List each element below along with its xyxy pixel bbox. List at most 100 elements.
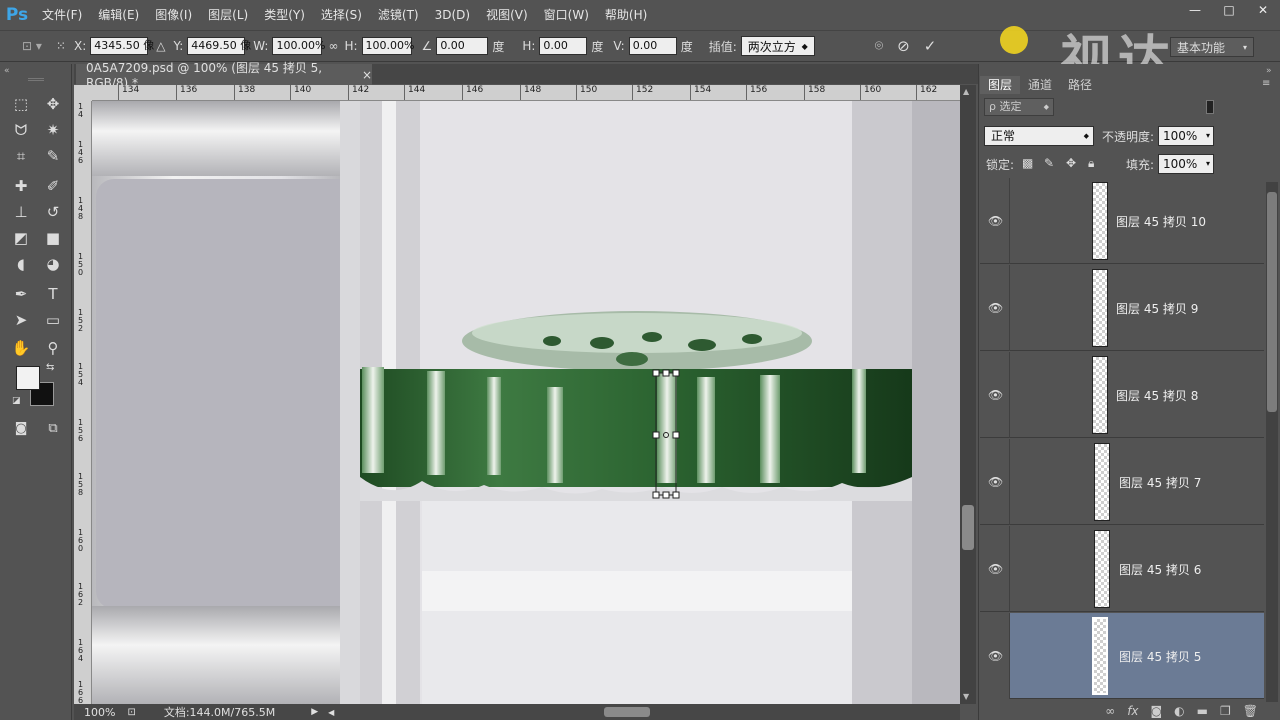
hscroll-left-icon[interactable]: ◀ bbox=[328, 708, 334, 717]
reference-point-icon[interactable]: ⁙ bbox=[56, 39, 66, 53]
angle-field[interactable]: 0.00 bbox=[436, 37, 489, 55]
move-tool-icon[interactable]: ✥ bbox=[40, 92, 66, 116]
visibility-toggle[interactable]: 👁︎ bbox=[980, 526, 1010, 612]
eyedropper-icon[interactable]: ✎ bbox=[40, 144, 66, 168]
commit-transform-icon[interactable]: ✓ bbox=[924, 37, 937, 55]
horizontal-ruler[interactable]: 134 136 138 140 142 144 146 148 150 152 … bbox=[92, 85, 960, 101]
foreground-color-swatch[interactable] bbox=[16, 366, 40, 390]
adjustment-icon[interactable]: ◐ bbox=[1174, 704, 1184, 718]
layer-row[interactable]: 👁︎ 图层 45 拷贝 8 bbox=[980, 352, 1264, 438]
vertical-ruler[interactable]: 1 4 1 4 6 1 4 8 1 5 0 1 5 2 1 5 4 1 5 6 … bbox=[74, 101, 92, 704]
clone-stamp-icon[interactable]: ⊥ bbox=[8, 200, 34, 224]
panel-collapse-icon[interactable]: » bbox=[1266, 66, 1272, 76]
hskew-field[interactable]: 0.00 bbox=[539, 37, 588, 55]
gradient-tool-icon[interactable]: ■ bbox=[40, 226, 66, 250]
layers-scroll-thumb[interactable] bbox=[1267, 192, 1277, 412]
menu-image[interactable]: 图像(I) bbox=[147, 0, 200, 30]
vertical-scrollbar[interactable] bbox=[960, 85, 976, 704]
crop-tool-icon[interactable]: ⌗ bbox=[8, 144, 34, 168]
path-select-icon[interactable]: ➤ bbox=[8, 308, 34, 332]
minimize-button[interactable]: — bbox=[1178, 0, 1212, 20]
magic-wand-icon[interactable]: ✷ bbox=[40, 118, 66, 142]
zoom-tool-icon[interactable]: ⚲ bbox=[40, 336, 66, 360]
zoom-level[interactable]: 100% bbox=[84, 706, 115, 719]
lock-transparent-icon[interactable]: ▩ bbox=[1022, 156, 1033, 170]
layer-filter-select[interactable]: ρ 选定 ◆ bbox=[984, 98, 1054, 116]
lock-brush-icon[interactable]: ✎ bbox=[1044, 156, 1054, 170]
w-field[interactable]: 100.00% bbox=[272, 37, 325, 55]
rectangle-tool-icon[interactable]: ▭ bbox=[40, 308, 66, 332]
menu-filter[interactable]: 滤镜(T) bbox=[370, 0, 427, 30]
healing-brush-icon[interactable]: ✚ bbox=[8, 174, 34, 198]
tab-layers[interactable]: 图层 bbox=[980, 76, 1021, 94]
scroll-down-icon[interactable]: ▼ bbox=[963, 692, 969, 701]
layer-row[interactable]: 👁︎ 图层 45 拷贝 10 bbox=[980, 178, 1264, 264]
blur-tool-icon[interactable]: ◖ bbox=[8, 252, 34, 276]
document-tab[interactable]: 0A5A7209.psd @ 100% (图层 45 拷贝 5, RGB/8) … bbox=[76, 61, 372, 90]
scroll-up-icon[interactable]: ▲ bbox=[963, 87, 969, 96]
lock-all-icon[interactable]: 🔒︎ bbox=[1088, 156, 1094, 171]
opacity-field[interactable]: 100% ▾ bbox=[1158, 126, 1214, 146]
workspace-select[interactable]: 基本功能 ▾ bbox=[1170, 37, 1254, 57]
tab-channels[interactable]: 通道 bbox=[1020, 76, 1060, 94]
x-field[interactable]: 4345.50 像 bbox=[90, 37, 154, 55]
pen-tool-icon[interactable]: ✒ bbox=[8, 282, 34, 306]
menu-select[interactable]: 选择(S) bbox=[313, 0, 370, 30]
vskew-field[interactable]: 0.00 bbox=[628, 37, 677, 55]
layer-row[interactable]: 👁︎ 图层 45 拷贝 7 bbox=[980, 439, 1264, 525]
panel-collapse-icon[interactable]: « bbox=[4, 66, 10, 76]
h-field[interactable]: 100.00% bbox=[361, 37, 415, 55]
maximize-button[interactable]: □ bbox=[1212, 0, 1246, 20]
swap-colors-icon[interactable]: ⇆ bbox=[46, 362, 54, 373]
layer-row[interactable]: 👁︎ 图层 45 拷贝 6 bbox=[980, 526, 1264, 612]
layer-row-selected[interactable]: 👁︎ 图层 45 拷贝 5 bbox=[980, 613, 1264, 699]
eraser-tool-icon[interactable]: ◩ bbox=[8, 226, 34, 250]
history-brush-icon[interactable]: ↺ bbox=[40, 200, 66, 224]
menu-edit[interactable]: 编辑(E) bbox=[90, 0, 147, 30]
interp-select[interactable]: 两次立方 ◆ bbox=[740, 36, 815, 56]
screen-mode-icon[interactable]: ⧉ bbox=[40, 416, 66, 440]
fill-field[interactable]: 100% ▾ bbox=[1158, 154, 1214, 174]
mask-icon[interactable]: ◙ bbox=[1151, 704, 1163, 718]
menu-file[interactable]: 文件(F) bbox=[34, 0, 90, 30]
tab-paths[interactable]: 路径 bbox=[1060, 76, 1100, 94]
lasso-tool-icon[interactable]: ᗢ bbox=[8, 118, 34, 142]
cancel-transform-icon[interactable]: ⊘ bbox=[897, 37, 910, 55]
vertical-scroll-thumb[interactable] bbox=[962, 505, 974, 550]
transform-icon[interactable]: ⊡ ▾ bbox=[22, 39, 42, 53]
menu-layer[interactable]: 图层(L) bbox=[200, 0, 256, 30]
hand-tool-icon[interactable]: ✋ bbox=[8, 336, 34, 360]
visibility-toggle[interactable]: 👁︎ bbox=[980, 265, 1010, 351]
status-info-icon[interactable]: ⊡ bbox=[127, 707, 135, 718]
delta-icon[interactable]: △ bbox=[156, 39, 165, 53]
document-canvas[interactable] bbox=[92, 101, 960, 704]
menu-view[interactable]: 视图(V) bbox=[478, 0, 536, 30]
fx-icon[interactable]: fx bbox=[1127, 704, 1138, 718]
warp-icon[interactable]: ⌾ bbox=[875, 38, 883, 54]
blend-mode-select[interactable]: 正常 ◆ bbox=[984, 126, 1094, 146]
lock-move-icon[interactable]: ✥ bbox=[1066, 156, 1076, 170]
quick-mask-icon[interactable]: ◙ bbox=[8, 416, 34, 440]
close-tab-icon[interactable]: × bbox=[362, 68, 372, 82]
visibility-toggle[interactable]: 👁︎ bbox=[980, 439, 1010, 525]
filter-toggle[interactable] bbox=[1206, 100, 1214, 114]
folder-icon[interactable]: ▬ bbox=[1197, 704, 1208, 718]
menu-3d[interactable]: 3D(D) bbox=[427, 0, 478, 30]
brush-tool-icon[interactable]: ✐ bbox=[40, 174, 66, 198]
default-colors-icon[interactable]: ◪ bbox=[12, 396, 21, 406]
dodge-tool-icon[interactable]: ◕ bbox=[40, 252, 66, 276]
visibility-toggle[interactable]: 👁︎ bbox=[980, 613, 1010, 699]
close-window-button[interactable]: ✕ bbox=[1246, 0, 1280, 20]
horizontal-scroll-thumb[interactable] bbox=[604, 707, 651, 717]
type-tool-icon[interactable]: T bbox=[40, 282, 66, 306]
menu-window[interactable]: 窗口(W) bbox=[536, 0, 597, 30]
menu-help[interactable]: 帮助(H) bbox=[597, 0, 655, 30]
link-ratio-icon[interactable]: ∞ bbox=[328, 39, 338, 53]
layer-row[interactable]: 👁︎ 图层 45 拷贝 9 bbox=[980, 265, 1264, 351]
new-layer-icon[interactable]: ❐ bbox=[1220, 704, 1231, 718]
menu-type[interactable]: 类型(Y) bbox=[256, 0, 313, 30]
status-arrow-icon[interactable]: ▶ bbox=[311, 707, 318, 717]
marquee-tool-icon[interactable]: ⬚ bbox=[8, 92, 34, 116]
trash-icon[interactable]: 🗑︎ bbox=[1243, 704, 1258, 718]
visibility-toggle[interactable]: 👁︎ bbox=[980, 178, 1010, 264]
